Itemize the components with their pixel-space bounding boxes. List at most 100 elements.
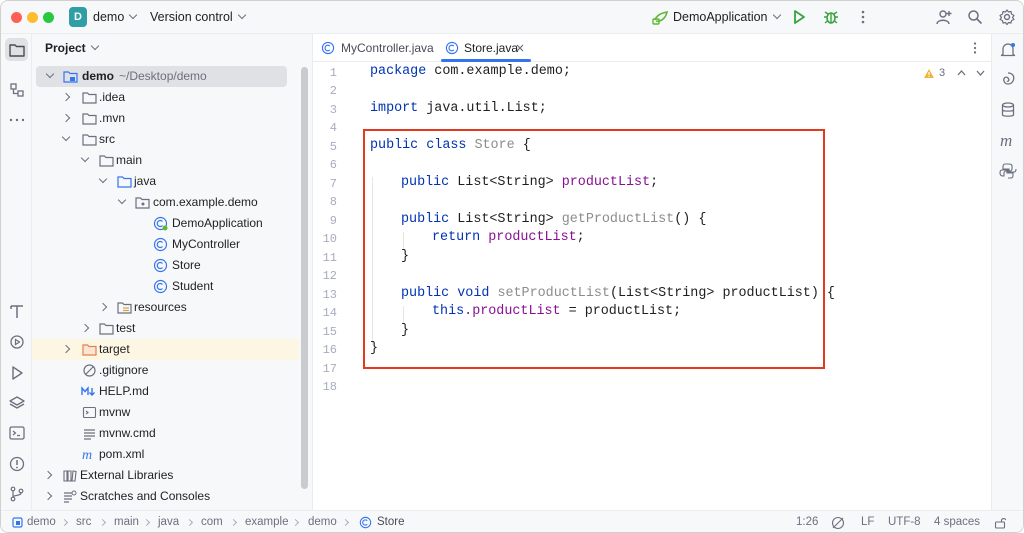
more-vertical-icon[interactable] — [854, 8, 872, 26]
run-tool-icon[interactable] — [8, 364, 26, 382]
expand-arrow-icon[interactable] — [45, 69, 55, 79]
tree-item-target[interactable]: target — [32, 339, 299, 360]
tree-item-java[interactable]: java — [32, 171, 302, 192]
line-ending[interactable]: LF — [861, 516, 874, 528]
tree-item-mvnw-cmd[interactable]: mvnw.cmd — [32, 423, 302, 444]
services-icon[interactable] — [8, 333, 26, 351]
tree-item-gitignore[interactable]: .gitignore — [32, 360, 302, 381]
tree-item-mvn[interactable]: .mvn — [32, 108, 302, 129]
settings-gear-icon[interactable] — [998, 8, 1016, 26]
tree-item-test[interactable]: test — [32, 318, 302, 339]
more-horizontal-icon[interactable] — [8, 111, 26, 129]
add-user-icon[interactable] — [935, 8, 953, 26]
unlock-icon[interactable] — [994, 517, 1006, 529]
maven-tool-icon[interactable]: m — [999, 132, 1017, 150]
breadcrumb-item[interactable]: src — [76, 516, 91, 528]
expand-arrow-icon[interactable] — [61, 132, 71, 142]
database-icon[interactable] — [999, 101, 1017, 119]
project-switcher[interactable]: demo — [93, 10, 138, 24]
tree-item-demoapplication[interactable]: DemoApplication — [32, 213, 302, 234]
layers-icon[interactable] — [8, 394, 26, 412]
more-vertical-icon[interactable] — [967, 40, 983, 56]
tree-item-store[interactable]: Store — [32, 255, 302, 276]
project-scrollbar[interactable] — [301, 67, 308, 489]
close-window-button[interactable] — [11, 12, 22, 23]
expand-arrow-icon[interactable] — [98, 302, 108, 312]
tree-item-mycontroller[interactable]: MyController — [32, 234, 302, 255]
structure-icon[interactable] — [8, 81, 26, 99]
class-icon — [321, 41, 335, 55]
expand-arrow-icon[interactable] — [43, 491, 53, 501]
tree-label: mvnw — [99, 405, 131, 419]
breadcrumb-item[interactable]: main — [114, 516, 139, 528]
tree-item-external-libraries[interactable]: External Libraries — [32, 465, 302, 486]
read-only-toggle-icon[interactable] — [831, 516, 845, 530]
line-number: 17 — [322, 362, 337, 376]
run-config-selector[interactable]: DemoApplication — [673, 10, 781, 24]
indent-setting[interactable]: 4 spaces — [934, 516, 980, 528]
breadcrumb-item[interactable]: com — [201, 516, 223, 528]
line-number: 13 — [322, 288, 337, 302]
code-line-10: return productList; — [432, 230, 585, 245]
file-encoding[interactable]: UTF-8 — [888, 516, 921, 528]
tab-store[interactable]: Store.java — [441, 34, 533, 62]
tab-mycontroller[interactable]: MyController.java — [317, 34, 437, 62]
breadcrumb-item[interactable]: java — [158, 516, 179, 528]
code-editor[interactable]: 1 2 3 4 5 6 7 8 9 10 11 12 13 14 15 16 1… — [313, 62, 993, 510]
expand-arrow-icon[interactable] — [61, 92, 71, 102]
chevron-up-icon[interactable] — [957, 69, 966, 77]
tree-item-idea[interactable]: .idea — [32, 87, 302, 108]
expand-arrow-icon[interactable] — [117, 195, 127, 205]
tree-item-scratches[interactable]: Scratches and Consoles — [32, 486, 302, 507]
breadcrumb-item[interactable]: demo — [27, 516, 56, 528]
tree-item-src[interactable]: src — [32, 129, 302, 150]
expand-arrow-icon[interactable] — [43, 470, 53, 480]
tree-item-pom-xml[interactable]: m pom.xml — [32, 444, 302, 465]
folder-icon — [82, 113, 97, 125]
ide-window: D demo Version control DemoApplication P… — [0, 0, 1024, 533]
project-badge[interactable]: D — [69, 7, 87, 27]
expand-arrow-icon[interactable] — [80, 323, 90, 333]
minimize-window-button[interactable] — [27, 12, 38, 23]
notifications-bell-icon[interactable] — [999, 41, 1017, 59]
zoom-window-button[interactable] — [43, 12, 54, 23]
build-hammer-icon[interactable] — [8, 302, 26, 320]
chevron-down-icon[interactable] — [976, 69, 985, 77]
tree-item-help-md[interactable]: HELP.md — [32, 381, 302, 402]
tree-label: test — [116, 321, 136, 335]
folder-icon — [99, 155, 114, 167]
tree-item-resources[interactable]: resources — [32, 297, 302, 318]
tree-item-mvnw[interactable]: mvnw — [32, 402, 302, 423]
line-number: 1 — [329, 66, 337, 80]
tree-item-package[interactable]: com.example.demo — [32, 192, 302, 213]
ai-assistant-icon[interactable] — [999, 71, 1017, 89]
git-branch-icon[interactable] — [8, 485, 26, 503]
expand-arrow-icon[interactable] — [98, 174, 108, 184]
expand-arrow-icon[interactable] — [61, 113, 71, 123]
project-panel-header[interactable]: Project — [45, 41, 99, 55]
breadcrumb-item[interactable]: Store — [377, 516, 405, 528]
code-token: this — [432, 304, 465, 319]
run-icon[interactable] — [790, 8, 808, 26]
search-icon[interactable] — [966, 8, 984, 26]
version-control-menu[interactable]: Version control — [150, 10, 246, 24]
problems-icon[interactable] — [8, 455, 26, 473]
tree-label: .mvn — [99, 111, 126, 125]
line-number: 9 — [329, 214, 337, 228]
caret-position[interactable]: 1:26 — [796, 516, 818, 528]
debug-icon[interactable] — [822, 8, 840, 26]
tree-item-student[interactable]: Student — [32, 276, 302, 297]
expand-arrow-icon[interactable] — [80, 153, 90, 163]
close-tab-icon[interactable] — [516, 44, 524, 52]
tree-item-main[interactable]: main — [32, 150, 302, 171]
breadcrumb-item[interactable]: demo — [308, 516, 337, 528]
breadcrumb-item[interactable]: example — [245, 516, 288, 528]
ignore-file-icon — [83, 364, 96, 377]
terminal-icon[interactable] — [8, 424, 26, 442]
chevron-down-icon — [129, 10, 138, 20]
folder-tool-icon[interactable] — [8, 41, 26, 59]
expand-arrow-icon[interactable] — [61, 344, 71, 354]
code-line-16: } — [370, 341, 379, 356]
python-console-icon[interactable] — [999, 162, 1017, 180]
tree-item-demo[interactable]: demo ~/Desktop/demo — [36, 66, 287, 87]
